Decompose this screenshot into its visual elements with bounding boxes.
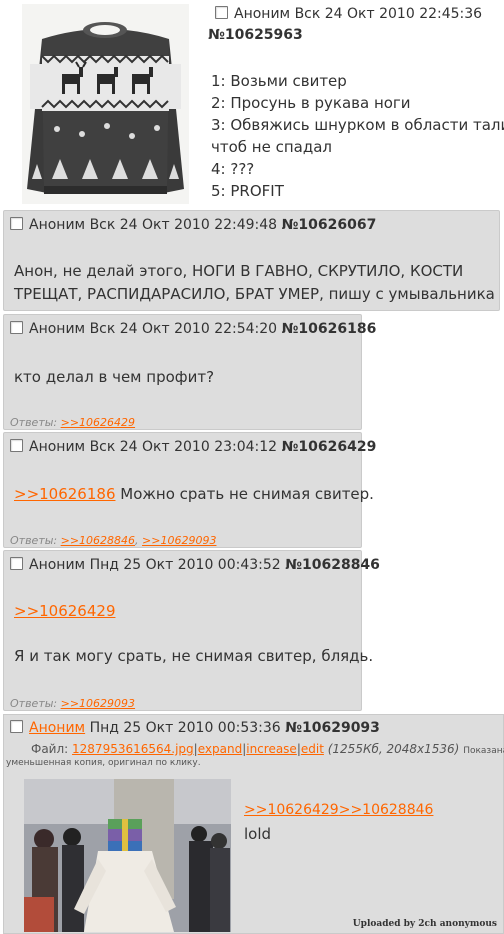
post-date: Вск 24 Окт 2010 23:04:12	[89, 439, 278, 455]
reply-post: Аноним Вск 24 Окт 2010 23:04:12 №1062642…	[3, 432, 376, 548]
post-checkbox[interactable]	[10, 720, 23, 733]
post-checkbox[interactable]	[10, 439, 23, 452]
reply-post: Аноним Вск 24 Окт 2010 22:54:20 №1062618…	[3, 314, 376, 430]
increase-link[interactable]: increase	[246, 742, 297, 756]
post-ref: >>10626429	[14, 600, 115, 623]
post-answers: Ответы: >>10629093	[10, 697, 135, 710]
op-post-number[interactable]: №10625963	[208, 27, 303, 43]
post-line: Анон, не делай этого, НОГИ В ГАВНО, СКРУ…	[14, 262, 464, 280]
answers-label: Ответы:	[10, 697, 58, 710]
post-header: Аноним Вск 24 Окт 2010 23:04:12 №1062642…	[10, 439, 376, 455]
answers-label: Ответы:	[10, 534, 58, 547]
post-message: lold	[244, 825, 272, 843]
op-line: 2: Просунь в рукава ноги	[211, 94, 411, 112]
post-author: Аноним	[29, 217, 86, 233]
answers-label: Ответы:	[10, 416, 58, 429]
file-meta: (1255Кб, 2048x1536)	[327, 742, 460, 756]
post-checkbox[interactable]	[10, 557, 23, 570]
post-header: Аноним Пнд 25 Окт 2010 00:43:52 №1062884…	[10, 557, 380, 573]
post-number[interactable]: №10628846	[285, 557, 380, 573]
post-number[interactable]: №10626186	[282, 321, 377, 337]
post-author: Аноним	[29, 321, 86, 337]
answer-link[interactable]: >>10629093	[61, 697, 135, 710]
post-message: кто делал в чем профит?	[14, 368, 215, 386]
post-date: Вск 24 Окт 2010 22:54:20	[89, 321, 278, 337]
post-number[interactable]: №10626067	[282, 217, 377, 233]
reply-post-with-image: Аноним Пнд 25 Окт 2010 00:53:36 №1062909…	[3, 714, 504, 934]
reply-ref-link[interactable]: >>10628846	[339, 802, 434, 818]
file-info: Файл: 1287953616564.jpg|expand|increase|…	[31, 742, 504, 756]
op-author: Аноним	[234, 6, 291, 22]
op-checkbox[interactable]	[215, 6, 228, 19]
reply-post: Аноним Пнд 25 Окт 2010 00:43:52 №1062884…	[3, 550, 380, 711]
post-number[interactable]: №10626429	[282, 439, 377, 455]
post-image-thumbnail[interactable]	[24, 779, 231, 932]
file-label: Файл:	[31, 742, 69, 756]
op-line: 1: Возьми свитер	[211, 72, 347, 90]
op-sweater-image[interactable]	[22, 4, 189, 204]
thumb-note-2: уменьшенная копия, оригинал по клику.	[6, 758, 201, 768]
post-date: Вск 24 Окт 2010 22:49:48	[89, 217, 278, 233]
op-line: 3: Обвяжись шнурком в области талии	[211, 116, 504, 134]
post-author: Аноним	[29, 439, 86, 455]
reply-ref-link[interactable]: >>10626186	[14, 485, 115, 503]
reply-ref-link[interactable]: >>10626429	[14, 602, 115, 620]
post-author-link[interactable]: Аноним	[29, 720, 85, 736]
post-checkbox[interactable]	[10, 321, 23, 334]
op-header: Аноним Вск 24 Окт 2010 22:45:36	[215, 6, 482, 22]
answers-separator: ,	[135, 534, 139, 547]
post-author: Аноним	[29, 557, 86, 573]
post-refs: >>10626429>>10628846	[244, 802, 433, 818]
post-checkbox[interactable]	[10, 217, 23, 230]
answer-link[interactable]: >>10626429	[61, 416, 135, 429]
file-name-link[interactable]: 1287953616564.jpg	[72, 742, 194, 756]
reply-post: Аноним Вск 24 Окт 2010 22:49:48 №1062606…	[3, 210, 500, 311]
post-message: Я и так могу срать, не снимая свитер, бл…	[14, 647, 374, 665]
op-message: 1: Возьми свитер 2: Просунь в рукава ног…	[211, 70, 504, 202]
post-header: Аноним Пнд 25 Окт 2010 00:53:36 №1062909…	[10, 720, 380, 736]
post-line: ТРЕЩАТ, РАСПИДАРАСИЛО, БРАТ УМЕР, пишу с…	[14, 285, 495, 303]
expand-link[interactable]: expand	[198, 742, 242, 756]
op-line: чтоб не спадал	[211, 138, 332, 156]
op-line: 5: PROFIT	[211, 182, 284, 200]
post-number[interactable]: №10629093	[285, 720, 380, 736]
post-message: >>10626186 Можно срать не снимая свитер.	[14, 483, 374, 506]
post-header: Аноним Вск 24 Окт 2010 22:49:48 №1062606…	[10, 217, 376, 233]
post-message: Анон, не делай этого, НОГИ В ГАВНО, СКРУ…	[14, 260, 495, 306]
post-answers: Ответы: >>10628846, >>10629093	[10, 534, 216, 547]
reply-ref-link[interactable]: >>10626429	[244, 802, 339, 818]
op-line: 4: ???	[211, 160, 255, 178]
post-date: Пнд 25 Окт 2010 00:43:52	[89, 557, 281, 573]
post-text: Можно срать не снимая свитер.	[120, 485, 374, 503]
answer-link[interactable]: >>10628846	[61, 534, 135, 547]
post-header: Аноним Вск 24 Окт 2010 22:54:20 №1062618…	[10, 321, 376, 337]
thumb-note: Показана	[463, 746, 504, 756]
edit-link[interactable]: edit	[301, 742, 324, 756]
op-date: Вск 24 Окт 2010 22:45:36	[294, 6, 483, 22]
post-answers: Ответы: >>10626429	[10, 416, 135, 429]
answer-link[interactable]: >>10629093	[142, 534, 216, 547]
post-date: Пнд 25 Окт 2010 00:53:36	[89, 720, 281, 736]
upload-watermark: Uploaded by 2ch anonymous	[352, 919, 497, 929]
